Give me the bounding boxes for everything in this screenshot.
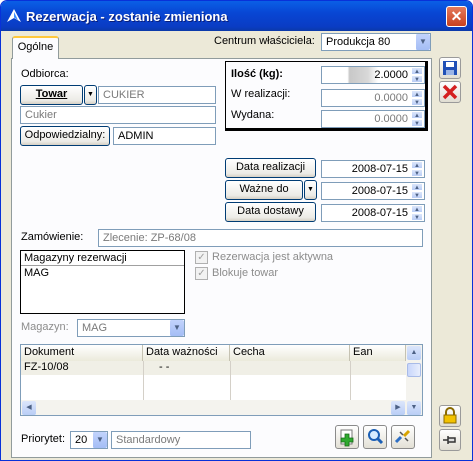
row-dokument: FZ-10/08: [24, 361, 69, 373]
priorytet-value: 20: [75, 434, 88, 446]
search-icon: [368, 429, 384, 445]
grid-header-data-waznosci[interactable]: Data ważności: [143, 345, 230, 361]
link-button[interactable]: [391, 425, 415, 449]
centrum-value: Produkcja 80: [326, 36, 391, 48]
ilosc-spinner[interactable]: ▲ ▼: [411, 67, 423, 83]
grid-header-cecha[interactable]: Cecha: [230, 345, 350, 361]
priorytet-label: Priorytet:: [21, 433, 66, 445]
column-divider: [350, 361, 351, 401]
chevron-down-icon[interactable]: ▼: [169, 320, 184, 336]
horizontal-scrollbar[interactable]: ◀ ▶ ▼: [21, 400, 422, 415]
towar-dropdown-button[interactable]: ▼: [84, 85, 97, 105]
wazne-do-dropdown-button[interactable]: ▼: [304, 180, 317, 200]
wydana-spinner[interactable]: ▲ ▼: [411, 111, 423, 127]
chevron-down-icon[interactable]: ▼: [415, 34, 430, 50]
wazne-do-spinner[interactable]: ▲ ▼: [411, 183, 423, 199]
pin-button[interactable]: [439, 429, 461, 451]
tab-ogolne[interactable]: Ogólne: [12, 36, 59, 59]
magazyn-label: Magazyn:: [21, 321, 69, 333]
scroll-left-icon[interactable]: ◀: [22, 401, 36, 415]
ilosc-field[interactable]: 2.0000 ▲ ▼: [321, 66, 425, 84]
data-realizacji-button[interactable]: Data realizacji: [225, 158, 316, 178]
towar-name-field[interactable]: Cukier: [20, 106, 216, 124]
priorytet-desc-field[interactable]: Standardowy: [111, 431, 251, 449]
search-button[interactable]: [363, 425, 387, 449]
data-dostawy-value: 2008-07-15: [351, 207, 408, 219]
ilosc-label: Ilość (kg):: [231, 68, 283, 80]
blokuje-towar-label: Blokuje towar: [212, 267, 279, 279]
wazne-do-button[interactable]: Ważne do: [225, 180, 303, 200]
centrum-select[interactable]: Produkcja 80 ▼: [321, 33, 431, 51]
add-button[interactable]: [335, 425, 359, 449]
rezerwacja-aktywna-checkbox[interactable]: ✓: [195, 251, 208, 264]
list-item[interactable]: MAG: [21, 266, 184, 280]
odbiorca-label: Odbiorca:: [21, 68, 69, 80]
rezerwacja-aktywna-label: Rezerwacja jest aktywna: [212, 251, 334, 263]
grid-header-dokument[interactable]: Dokument: [21, 345, 143, 361]
w-realizacji-field[interactable]: 0.0000 ▲ ▼: [321, 89, 425, 107]
wazne-do-value: 2008-07-15: [351, 185, 408, 197]
column-divider: [143, 361, 144, 401]
towar-button-label: Towar: [35, 88, 68, 100]
data-dostawy-field[interactable]: 2008-07-15 ▲ ▼: [321, 204, 425, 222]
towar-code-field[interactable]: CUKIER: [98, 86, 216, 104]
priorytet-select[interactable]: 20 ▼: [70, 431, 108, 449]
data-realizacji-field[interactable]: 2008-07-15 ▲ ▼: [321, 160, 425, 178]
save-button[interactable]: [439, 57, 461, 79]
title-bar[interactable]: Rezerwacja - zostanie zmieniona ✕: [1, 1, 472, 31]
save-icon: [443, 61, 457, 75]
scroll-down-icon[interactable]: ▼: [407, 401, 421, 415]
cancel-icon: [442, 84, 458, 100]
odpowiedzialny-field[interactable]: ADMIN: [113, 127, 216, 145]
pin-icon: [443, 436, 456, 444]
wydana-field[interactable]: 0.0000 ▲ ▼: [321, 110, 425, 128]
wazne-do-field[interactable]: 2008-07-15 ▲ ▼: [321, 182, 425, 200]
dialog-window: Rezerwacja - zostanie zmieniona ✕ Ogólne…: [0, 0, 473, 461]
zamowienie-field[interactable]: Zlecenie: ZP-68/08: [98, 229, 423, 247]
magazyn-select[interactable]: MAG ▼: [77, 319, 185, 337]
window-title: Rezerwacja - zostanie zmieniona: [26, 9, 228, 24]
w-realizacji-spinner[interactable]: ▲ ▼: [411, 90, 423, 106]
close-button[interactable]: ✕: [446, 6, 467, 27]
w-realizacji-value: 0.0000: [374, 92, 408, 104]
blokuje-towar-checkbox[interactable]: ✓: [195, 267, 208, 280]
tab-label: Ogólne: [17, 41, 54, 53]
odpowiedzialny-button-label: Odpowiedzialny:: [24, 129, 106, 141]
data-realizacji-label: Data realizacji: [235, 161, 306, 173]
magazyny-list-header: Magazyny rezerwacji: [21, 251, 184, 266]
wazne-do-label: Ważne do: [239, 183, 289, 195]
centrum-label: Centrum właściciela:: [214, 35, 315, 47]
data-dostawy-spinner[interactable]: ▲ ▼: [411, 205, 423, 221]
wydana-value: 0.0000: [374, 113, 408, 125]
column-divider: [230, 361, 231, 401]
data-realizacji-value: 2008-07-15: [351, 163, 408, 175]
table-row[interactable]: FZ-10/08 - -: [21, 361, 406, 375]
documents-grid[interactable]: Dokument Data ważności Cecha Ean FZ-10/0…: [20, 344, 423, 416]
data-realizacji-spinner[interactable]: ▲ ▼: [411, 161, 423, 177]
row-data-waznosci: - -: [156, 361, 170, 373]
odpowiedzialny-button[interactable]: Odpowiedzialny:: [20, 126, 110, 146]
towar-button[interactable]: Towar: [20, 85, 83, 105]
chevron-down-icon[interactable]: ▼: [92, 432, 107, 448]
scroll-thumb[interactable]: [407, 363, 421, 377]
lock-icon: [443, 407, 457, 424]
scroll-up-icon[interactable]: ▲: [407, 346, 421, 360]
cancel-button[interactable]: [439, 81, 461, 103]
zamowienie-label: Zamówienie:: [21, 231, 84, 243]
data-dostawy-button[interactable]: Data dostawy: [225, 202, 316, 222]
app-icon: [7, 9, 21, 22]
add-icon: [340, 429, 354, 447]
vertical-scrollbar[interactable]: ▲: [406, 345, 422, 400]
disconnect-icon: [394, 429, 411, 444]
grid-header-ean[interactable]: Ean: [350, 345, 406, 361]
ilosc-value: 2.0000: [374, 69, 408, 81]
data-dostawy-label: Data dostawy: [237, 205, 304, 217]
scroll-right-icon[interactable]: ▶: [391, 401, 405, 415]
magazyny-list[interactable]: Magazyny rezerwacji MAG: [20, 250, 185, 314]
lock-button[interactable]: [439, 405, 461, 427]
w-realizacji-label: W realizacji:: [231, 88, 291, 100]
wydana-label: Wydana:: [231, 109, 275, 121]
magazyn-value: MAG: [82, 322, 108, 334]
